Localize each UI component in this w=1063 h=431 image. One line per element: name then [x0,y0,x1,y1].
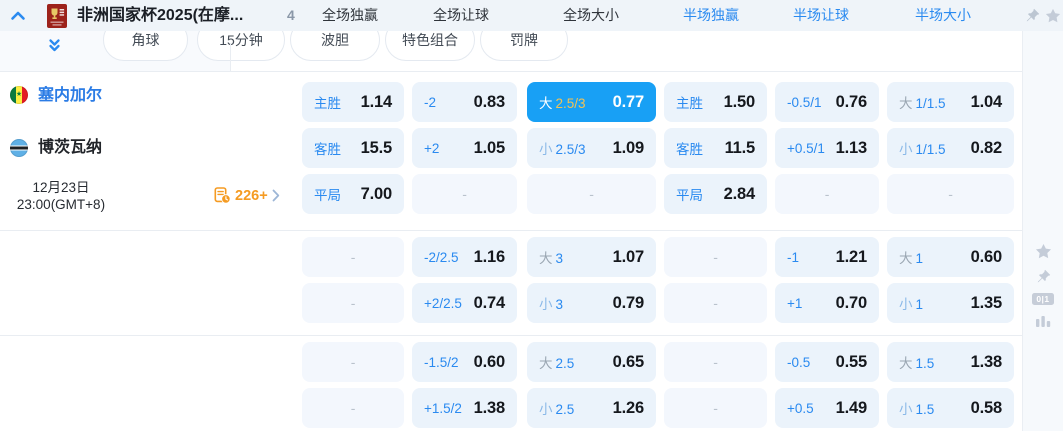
market-header-tab[interactable]: 半场独赢 [683,0,739,31]
odds-cell[interactable]: 大 2.5 0.65 [527,342,656,382]
betting-odds-panel: 非洲国家杯2025(在摩... 4 全场独赢 全场让球 全场大小 半场独赢 半场让球 半场… [0,0,1063,431]
odds-cell[interactable]: 主胜 1.50 [664,82,767,122]
odds-cell[interactable]: 大 1/1.5 1.04 [887,82,1014,122]
markets-toolbar: 角球 15分钟 波胆 特色组合 罚牌 [0,31,1022,72]
odds-cell[interactable]: +1.5/2 1.38 [412,388,517,428]
odds-cell[interactable]: -1 1.21 [775,237,879,277]
odds-cell[interactable]: 大 1.5 1.38 [887,342,1014,382]
odds-cell[interactable]: 平局 2.84 [664,174,767,214]
match-datetime: 12月23日 23:00(GMT+8) [0,179,122,213]
odds-cell-empty: - [527,174,656,214]
odds-cell[interactable]: 客胜 15.5 [302,128,404,168]
league-trophy-icon [47,4,67,28]
market-pill[interactable]: 15分钟 [197,31,285,61]
pin-icon[interactable] [1025,8,1040,23]
market-pill[interactable]: 特色组合 [385,31,475,61]
odds-cell[interactable]: +2/2.5 0.74 [412,283,517,323]
odds-cell[interactable]: 小 1 1.35 [887,283,1014,323]
favorite-star-icon[interactable] [1035,243,1052,260]
odds-cell-empty: - [664,342,767,382]
market-header-tab[interactable]: 全场大小 [563,0,619,31]
market-header-tab[interactable]: 半场让球 [793,0,849,31]
rail-icon-stack: 0|1 [1023,243,1063,327]
odds-cell[interactable]: +2 1.05 [412,128,517,168]
odds-cell[interactable]: -0.5 0.55 [775,342,879,382]
odds-cell[interactable]: 平局 7.00 [302,174,404,214]
right-rail: 0|1 [1022,31,1063,431]
favorite-star-icon[interactable] [1045,8,1061,24]
market-pill[interactable]: 波胆 [290,31,380,61]
more-markets-count: 226+ [235,187,268,204]
divider [230,43,231,71]
odds-cell[interactable]: 大 1 0.60 [887,237,1014,277]
flag-botswana-icon [10,139,28,157]
market-header-tab[interactable]: 全场让球 [433,0,489,31]
odds-cell-empty: - [664,237,767,277]
flag-senegal-icon [10,86,28,104]
odds-cell-empty: - [302,388,404,428]
odds-cell[interactable]: 大 3 1.07 [527,237,656,277]
section-divider [0,335,1022,336]
odds-cell[interactable]: -2 0.83 [412,82,517,122]
market-header-tab[interactable]: 半场大小 [915,0,971,31]
score-badge[interactable]: 0|1 [1032,293,1054,305]
odds-cell[interactable]: 小 2.5/3 1.09 [527,128,656,168]
odds-cell[interactable]: -1.5/2 0.60 [412,342,517,382]
odds-cell[interactable]: 大 2.5/3 0.77 [527,82,656,122]
odds-cell[interactable]: 小 2.5 1.26 [527,388,656,428]
pin-icon[interactable] [1036,269,1051,284]
odds-count-icon [214,187,231,204]
odds-cell-empty: - [775,174,879,214]
odds-cell-empty: - [664,388,767,428]
odds-cell-empty: - [302,237,404,277]
more-markets-button[interactable]: 226+ [214,187,280,204]
league-title[interactable]: 非洲国家杯2025(在摩... [77,0,243,31]
stats-chart-icon[interactable] [1035,314,1051,327]
match-count: 4 [287,7,295,23]
market-pill[interactable]: 角球 [103,31,188,61]
odds-cell[interactable]: +0.5/1 1.13 [775,128,879,168]
match-time: 23:00(GMT+8) [16,197,106,212]
odds-cell[interactable]: -0.5/1 0.76 [775,82,879,122]
section-divider [0,230,1022,231]
market-header-tab[interactable]: 全场独赢 [322,0,378,31]
odds-cell[interactable]: 客胜 11.5 [664,128,767,168]
odds-cell[interactable]: +1 0.70 [775,283,879,323]
odds-cell[interactable]: +0.5 1.49 [775,388,879,428]
odds-cell[interactable]: 小 3 0.79 [527,283,656,323]
odds-cell-empty: - [302,283,404,323]
odds-cell-empty: - [887,174,1014,214]
odds-cell-empty: - [302,342,404,382]
market-pill[interactable]: 罚牌 [480,31,568,61]
away-team-name[interactable]: 博茨瓦纳 [38,139,102,157]
odds-cell[interactable]: 小 1.5 0.58 [887,388,1014,428]
collapse-chevron-up-icon[interactable] [10,9,26,22]
chevron-right-icon [272,189,280,202]
odds-cell[interactable]: 小 1/1.5 0.82 [887,128,1014,168]
odds-cell[interactable]: 主胜 1.14 [302,82,404,122]
odds-cell-empty: - [412,174,517,214]
match-date: 12月23日 [32,180,90,195]
odds-cell-empty: - [664,283,767,323]
odds-cell[interactable]: -2/2.5 1.16 [412,237,517,277]
home-team-name[interactable]: 塞内加尔 [38,87,102,105]
league-header-bar: 非洲国家杯2025(在摩... 4 全场独赢 全场让球 全场大小 半场独赢 半场让球 半场… [0,0,1063,31]
expand-double-chevron-down-icon[interactable] [47,38,62,54]
